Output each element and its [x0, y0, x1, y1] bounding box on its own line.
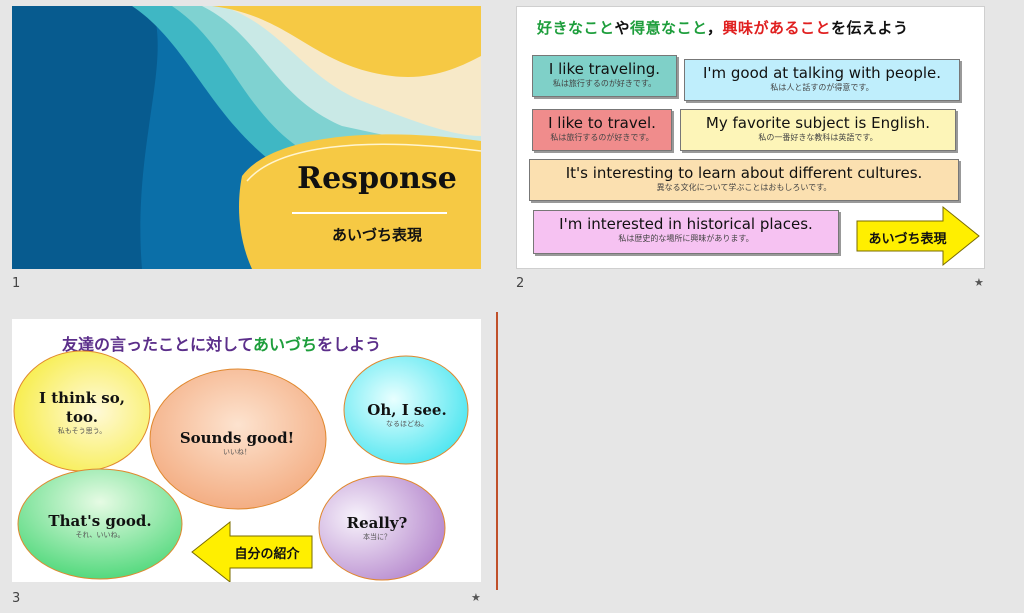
- animation-star-icon[interactable]: ★: [974, 276, 984, 289]
- title-underline: [292, 212, 447, 214]
- phrase-box-interesting: It's interesting to learn about differen…: [529, 159, 959, 201]
- bubble-really: Really? 本当に？: [332, 514, 422, 542]
- bubble-jp: 本当に？: [363, 533, 391, 541]
- slide-thumbnail-2[interactable]: 好きなことや得意なこと，興味があることを伝えよう I like travelin…: [516, 6, 985, 269]
- title-part-good-at: 得意なこと: [630, 19, 707, 37]
- phrase-jp: 私は人と話すのが得意です。: [770, 83, 874, 92]
- phrase-jp: 私は旅行するのが好きです。: [550, 133, 654, 142]
- insertion-caret: [496, 312, 498, 590]
- bubble-jp: いいね！: [223, 448, 251, 456]
- bubble-en: That's good.: [48, 512, 152, 530]
- phrase-en: I like traveling.: [548, 60, 661, 78]
- phrase-en: I like to travel.: [548, 114, 656, 132]
- phrase-en: My favorite subject is English.: [705, 114, 931, 132]
- phrase-en: I'm good at talking with people.: [702, 64, 942, 82]
- slide-number-2: 2: [516, 276, 525, 291]
- phrase-jp: 私は旅行するのが好きです。: [552, 79, 657, 88]
- phrase-box-like-to-travel: I like to travel. 私は旅行するのが好きです。: [532, 109, 672, 151]
- slide-number-1: 1: [12, 276, 21, 291]
- bubble-jp: それ、いいね。: [75, 531, 125, 539]
- title-part-likes: 好きなこと: [537, 19, 615, 37]
- bubble-oh-i-see: Oh, I see. なるほどね。: [352, 401, 462, 429]
- bubble-en: I think so, too.: [39, 389, 125, 426]
- phrase-en: It's interesting to learn about differen…: [565, 164, 923, 182]
- slide-thumbnail-3[interactable]: 友達の言ったことに対してあいづちをしよう I think so, too. 私も…: [12, 319, 481, 582]
- bubble-en: Oh, I see.: [367, 401, 447, 419]
- bubble-thats-good: That's good. それ、いいね。: [30, 512, 170, 540]
- phrase-box-interested-in: I'm interested in historical places. 私は歴…: [533, 210, 839, 254]
- title-part-interest: 興味があること: [722, 19, 831, 37]
- title-part-ya: や: [614, 19, 631, 37]
- bubble-jp: なるほどね。: [386, 420, 428, 428]
- bubble-en: Sounds good!: [179, 429, 295, 447]
- bubble-sounds-good: Sounds good! いいね！: [157, 429, 317, 457]
- phrase-box-favorite-subject: My favorite subject is English. 私の一番好きな教…: [680, 109, 956, 151]
- phrase-jp: 私は歴史的な場所に興味があります。: [618, 234, 754, 243]
- bubble-jp: 私もそう思う。: [57, 427, 107, 435]
- slide2-title: 好きなことや得意なこと，興味があることを伝えよう: [537, 17, 967, 38]
- phrase-en: I'm interested in historical places.: [559, 215, 813, 233]
- title-part-comma: ，: [706, 19, 723, 37]
- bubble-en: Really?: [346, 514, 408, 532]
- phrase-jp: 私の一番好きな教科は英語です。: [758, 133, 878, 142]
- arrow-label: あいづち表現: [868, 232, 947, 247]
- animation-star-icon[interactable]: ★: [471, 591, 481, 604]
- title-part-tell: を伝えよう: [830, 19, 909, 37]
- slide-number-3: 3: [12, 591, 21, 606]
- slide-thumbnail-1[interactable]: Response あいづち表現: [12, 6, 481, 269]
- arrow-label: 自分の紹介: [234, 547, 300, 562]
- phrase-box-good-at: I'm good at talking with people. 私は人と話すの…: [684, 59, 960, 101]
- slide1-title: Response: [297, 161, 457, 196]
- bubble-i-think-so: I think so, too. 私もそう思う。: [22, 389, 142, 436]
- phrase-box-like-traveling: I like traveling. 私は旅行するのが好きです。: [532, 55, 677, 97]
- phrase-jp: 異なる文化について学ぶことはおもしろいです。: [656, 183, 832, 192]
- slide1-subtitle: あいづち表現: [331, 226, 422, 244]
